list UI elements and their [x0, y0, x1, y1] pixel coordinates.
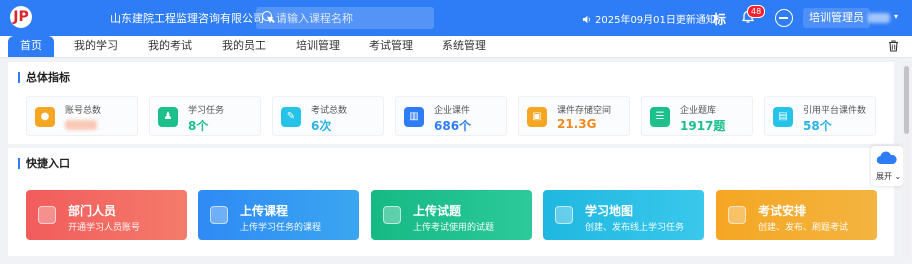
stat-accounts[interactable]: ● 账号总数	[26, 96, 138, 136]
search-input[interactable]	[276, 7, 426, 29]
list-icon: ☰	[650, 107, 670, 127]
top-bar: JP 山东建院工程监理咨询有限公司▼ 2025年09月01日更新通知 标 48 …	[0, 0, 912, 36]
expand-widget[interactable]: 展开 ⌄	[871, 146, 903, 186]
stat-label: 企业题库	[680, 106, 717, 116]
notification-badge: 48	[747, 5, 766, 18]
document-icon: ▤	[773, 107, 793, 127]
company-selector[interactable]: 山东建院工程监理咨询有限公司 ▼	[110, 10, 273, 26]
user-circle-icon[interactable]	[775, 9, 793, 27]
book-icon: ▥	[404, 107, 424, 127]
quick-card-title: 上传课程	[240, 204, 289, 218]
expand-label: 展开 ⌄	[876, 172, 902, 181]
scrollbar[interactable]	[903, 62, 910, 258]
company-logo[interactable]: JP	[10, 6, 32, 28]
stat-value: 21.3G	[557, 117, 597, 131]
user-name-redacted[interactable]	[868, 13, 890, 23]
quick-card-title: 部门人员	[68, 204, 117, 218]
chevron-down-icon[interactable]: ▾	[894, 12, 898, 21]
mark-icon[interactable]: 标	[713, 9, 726, 28]
stat-label: 课件存储空间	[557, 106, 612, 116]
map-icon	[555, 206, 573, 224]
stat-label: 账号总数	[65, 106, 102, 116]
scrollbar-thumb[interactable]	[904, 66, 909, 134]
stat-value-redacted	[65, 120, 97, 130]
speaker-icon	[582, 15, 590, 24]
stat-courseware[interactable]: ▥ 企业课件 686个	[395, 96, 507, 136]
stat-label: 考试总数	[311, 106, 348, 116]
quick-card-upload-course[interactable]: 上传课程 上传学习任务的课程	[198, 190, 359, 240]
tab-training-management[interactable]: 培训管理	[296, 36, 340, 57]
notice-text: 2025年09月01日更新通知	[595, 15, 716, 26]
pencil-icon	[728, 206, 746, 224]
stat-value: 686个	[434, 119, 472, 133]
tab-system-management[interactable]: 系统管理	[442, 36, 486, 57]
task-icon: ♟	[158, 107, 178, 127]
stat-label: 学习任务	[188, 106, 225, 116]
stat-value: 8个	[188, 119, 209, 133]
user-icon: ●	[35, 107, 55, 127]
quick-card-exam-schedule[interactable]: 考试安排 创建、发布、刷题考试	[716, 190, 877, 240]
search-icon	[262, 11, 272, 21]
file-icon	[383, 206, 401, 224]
exam-icon: ✎	[281, 107, 301, 127]
stat-platform-courseware[interactable]: ▤ 引用平台课件数 58个	[764, 96, 876, 136]
tab-my-learning[interactable]: 我的学习	[74, 36, 118, 57]
quick-card-title: 学习地图	[585, 204, 634, 218]
update-notice[interactable]: 2025年09月01日更新通知	[582, 11, 716, 26]
stat-learning-tasks[interactable]: ♟ 学习任务 8个	[149, 96, 261, 136]
cloud-icon	[876, 151, 897, 165]
stat-question-bank[interactable]: ☰ 企业题库 1917题	[641, 96, 753, 136]
stat-value: 6次	[311, 119, 332, 133]
tab-exam-management[interactable]: 考试管理	[369, 36, 413, 57]
tab-my-exams[interactable]: 我的考试	[148, 36, 192, 57]
search-box[interactable]	[256, 7, 434, 29]
trash-icon[interactable]	[888, 40, 899, 52]
tab-my-employees[interactable]: 我的员工	[222, 36, 266, 57]
main-nav: 首页 我的学习 我的考试 我的员工 培训管理 考试管理 系统管理	[0, 36, 912, 58]
overview-title: 总体指标	[18, 72, 70, 83]
overview-panel: 总体指标 ● 账号总数 ♟ 学习任务 8个 ✎ 考试总数 6次 ▥ 企业课件 6…	[8, 62, 894, 144]
tab-home[interactable]: 首页	[8, 36, 54, 57]
stat-value: 1917题	[680, 119, 726, 133]
id-card-icon	[38, 206, 56, 224]
company-name: 山东建院工程监理咨询有限公司	[110, 12, 264, 25]
quick-card-subtitle: 开通学习人员账号	[68, 223, 141, 233]
quick-card-upload-questions[interactable]: 上传试题 上传考试使用的试题	[371, 190, 532, 240]
stat-label: 企业课件	[434, 106, 471, 116]
quick-card-department-staff[interactable]: 部门人员 开通学习人员账号	[26, 190, 187, 240]
quick-entry-title: 快捷入口	[18, 158, 70, 169]
quick-card-title: 上传试题	[413, 204, 462, 218]
quick-entry-panel: 快捷入口 部门人员 开通学习人员账号 上传课程 上传学习任务的课程 上传试题 上…	[8, 148, 894, 256]
role-button[interactable]: 培训管理员	[803, 8, 870, 28]
stat-value: 58个	[803, 119, 832, 133]
quick-card-learning-map[interactable]: 学习地图 创建、发布线上学习任务	[543, 190, 704, 240]
stat-label: 引用平台课件数	[803, 106, 867, 116]
stat-storage[interactable]: ▣ 课件存储空间 21.3G	[518, 96, 630, 136]
folder-icon	[210, 206, 228, 224]
quick-card-subtitle: 创建、发布、刷题考试	[758, 223, 849, 233]
storage-icon: ▣	[527, 107, 547, 127]
stat-exams[interactable]: ✎ 考试总数 6次	[272, 96, 384, 136]
quick-card-subtitle: 上传学习任务的课程	[240, 223, 322, 233]
quick-card-title: 考试安排	[758, 204, 807, 218]
quick-card-subtitle: 上传考试使用的试题	[413, 223, 495, 233]
quick-card-subtitle: 创建、发布线上学习任务	[585, 223, 685, 233]
